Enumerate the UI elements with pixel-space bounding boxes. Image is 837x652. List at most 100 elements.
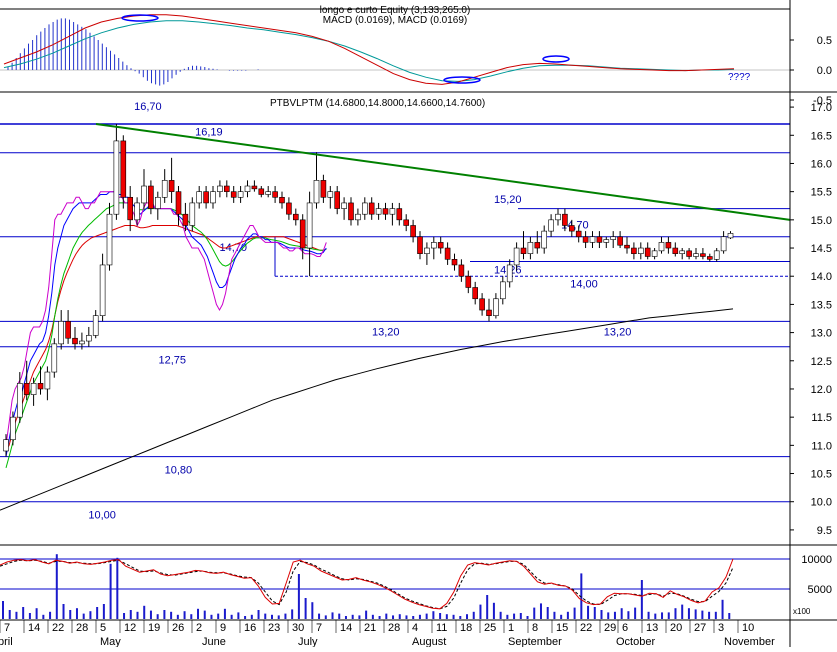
volume-bar (331, 612, 334, 619)
candle-body (51, 343, 58, 373)
candle-body (513, 247, 520, 266)
x-day-label: 25 (484, 622, 496, 634)
candle-body (286, 202, 292, 215)
candle-body (148, 185, 154, 209)
volume-bar (89, 611, 92, 619)
price-tick-label: 12.0 (811, 384, 832, 396)
candle-body (396, 208, 403, 221)
price-tick-label: 15.0 (811, 215, 832, 227)
volume-bar (412, 616, 415, 619)
candle-body (720, 236, 727, 252)
candle-body (272, 191, 278, 198)
volume-bar (445, 614, 448, 619)
volume-bar (486, 595, 489, 619)
volume-bar (398, 614, 401, 619)
x-day-label: 8 (532, 622, 538, 634)
volume-bar (190, 614, 193, 619)
candle-body (217, 185, 223, 192)
x-day-label: 29 (604, 622, 616, 634)
candle-body (92, 315, 99, 336)
candle-body (368, 202, 375, 215)
candle-body (279, 196, 285, 204)
macd-title-2: MACD (0.0169), MACD (0.0169) (323, 15, 468, 26)
candle-body (348, 202, 354, 221)
candle-body (644, 247, 651, 257)
volume-bar (35, 608, 38, 619)
price-tick-label: 12.5 (811, 356, 832, 368)
volume-bar (109, 563, 112, 619)
x-month-label: May (100, 636, 121, 647)
volume-bar (674, 608, 677, 619)
volume-bar (365, 610, 368, 619)
price-tick-label: 13.0 (811, 328, 832, 340)
x-month-label: September (508, 636, 562, 647)
price-tick-label: 14.5 (811, 243, 832, 255)
x-day-label: 5 (100, 622, 106, 634)
candle-body (99, 264, 106, 316)
candle-body (727, 233, 734, 239)
candle-body (568, 225, 575, 232)
candle-body (58, 321, 65, 345)
x-day-label: 22 (52, 622, 64, 634)
candle-body (230, 191, 237, 198)
price-tick-label: 9.5 (817, 525, 832, 537)
candle-body (534, 242, 541, 249)
x-day-label: 28 (76, 622, 88, 634)
candle-body (203, 191, 209, 204)
volume-bar (143, 605, 146, 619)
volume-bar (123, 613, 126, 619)
candle-body (637, 247, 644, 254)
volume-bar (102, 604, 105, 619)
candle-body (355, 213, 361, 221)
candle-body (479, 298, 485, 311)
level-annotation: 16,19 (195, 126, 223, 138)
x-day-label: 30 (292, 622, 304, 634)
candle-body (65, 321, 71, 339)
volume-bar (284, 613, 287, 619)
volume-bar (459, 616, 462, 619)
price-tick-label: 10.5 (811, 469, 832, 481)
candle-body (472, 287, 479, 300)
x-day-label: 4 (412, 622, 418, 634)
price-title: PTBVLPTM (14.6800,14.8000,14.6600,14.760… (270, 98, 485, 109)
x-month-label: July (298, 636, 318, 647)
level-annotation: 10,80 (165, 465, 193, 477)
volume-bar (439, 613, 442, 619)
x-day-label: 7 (316, 622, 322, 634)
volume-bar (75, 608, 78, 619)
candle-body (486, 309, 492, 316)
price-tick-label: 10.0 (811, 497, 832, 509)
volume-bar (183, 611, 186, 619)
x-month-label: October (616, 636, 655, 647)
volume-bar (385, 613, 388, 619)
price-tick-label: 13.5 (811, 299, 832, 311)
volume-bar (418, 614, 421, 619)
candle-body (458, 264, 465, 277)
x-day-label: 14 (340, 622, 352, 634)
candle-body (589, 236, 596, 243)
x-day-label: 23 (268, 622, 280, 634)
volume-bar (338, 613, 341, 619)
volume-bar (694, 609, 697, 619)
volume-bar (506, 614, 509, 619)
volume-bar (378, 616, 381, 619)
x-day-label: 26 (172, 622, 184, 634)
volume-bar (405, 615, 408, 619)
volume-bar (553, 611, 556, 619)
candle-body (672, 247, 679, 254)
volume-bar (170, 611, 173, 619)
candle-body (555, 213, 561, 221)
candle-body (141, 185, 147, 204)
candle-body (292, 213, 299, 221)
volume-bar (546, 607, 549, 619)
candle-body (134, 202, 140, 221)
candle-body (79, 340, 85, 345)
volume-bar (136, 611, 139, 619)
price-tick-label: 14.0 (811, 271, 832, 283)
candle-body (451, 259, 458, 266)
volume-bar (270, 614, 273, 619)
candle-body (320, 180, 327, 198)
volume-bar (667, 612, 670, 619)
candle-body (693, 253, 699, 257)
volume-bar (15, 611, 18, 619)
